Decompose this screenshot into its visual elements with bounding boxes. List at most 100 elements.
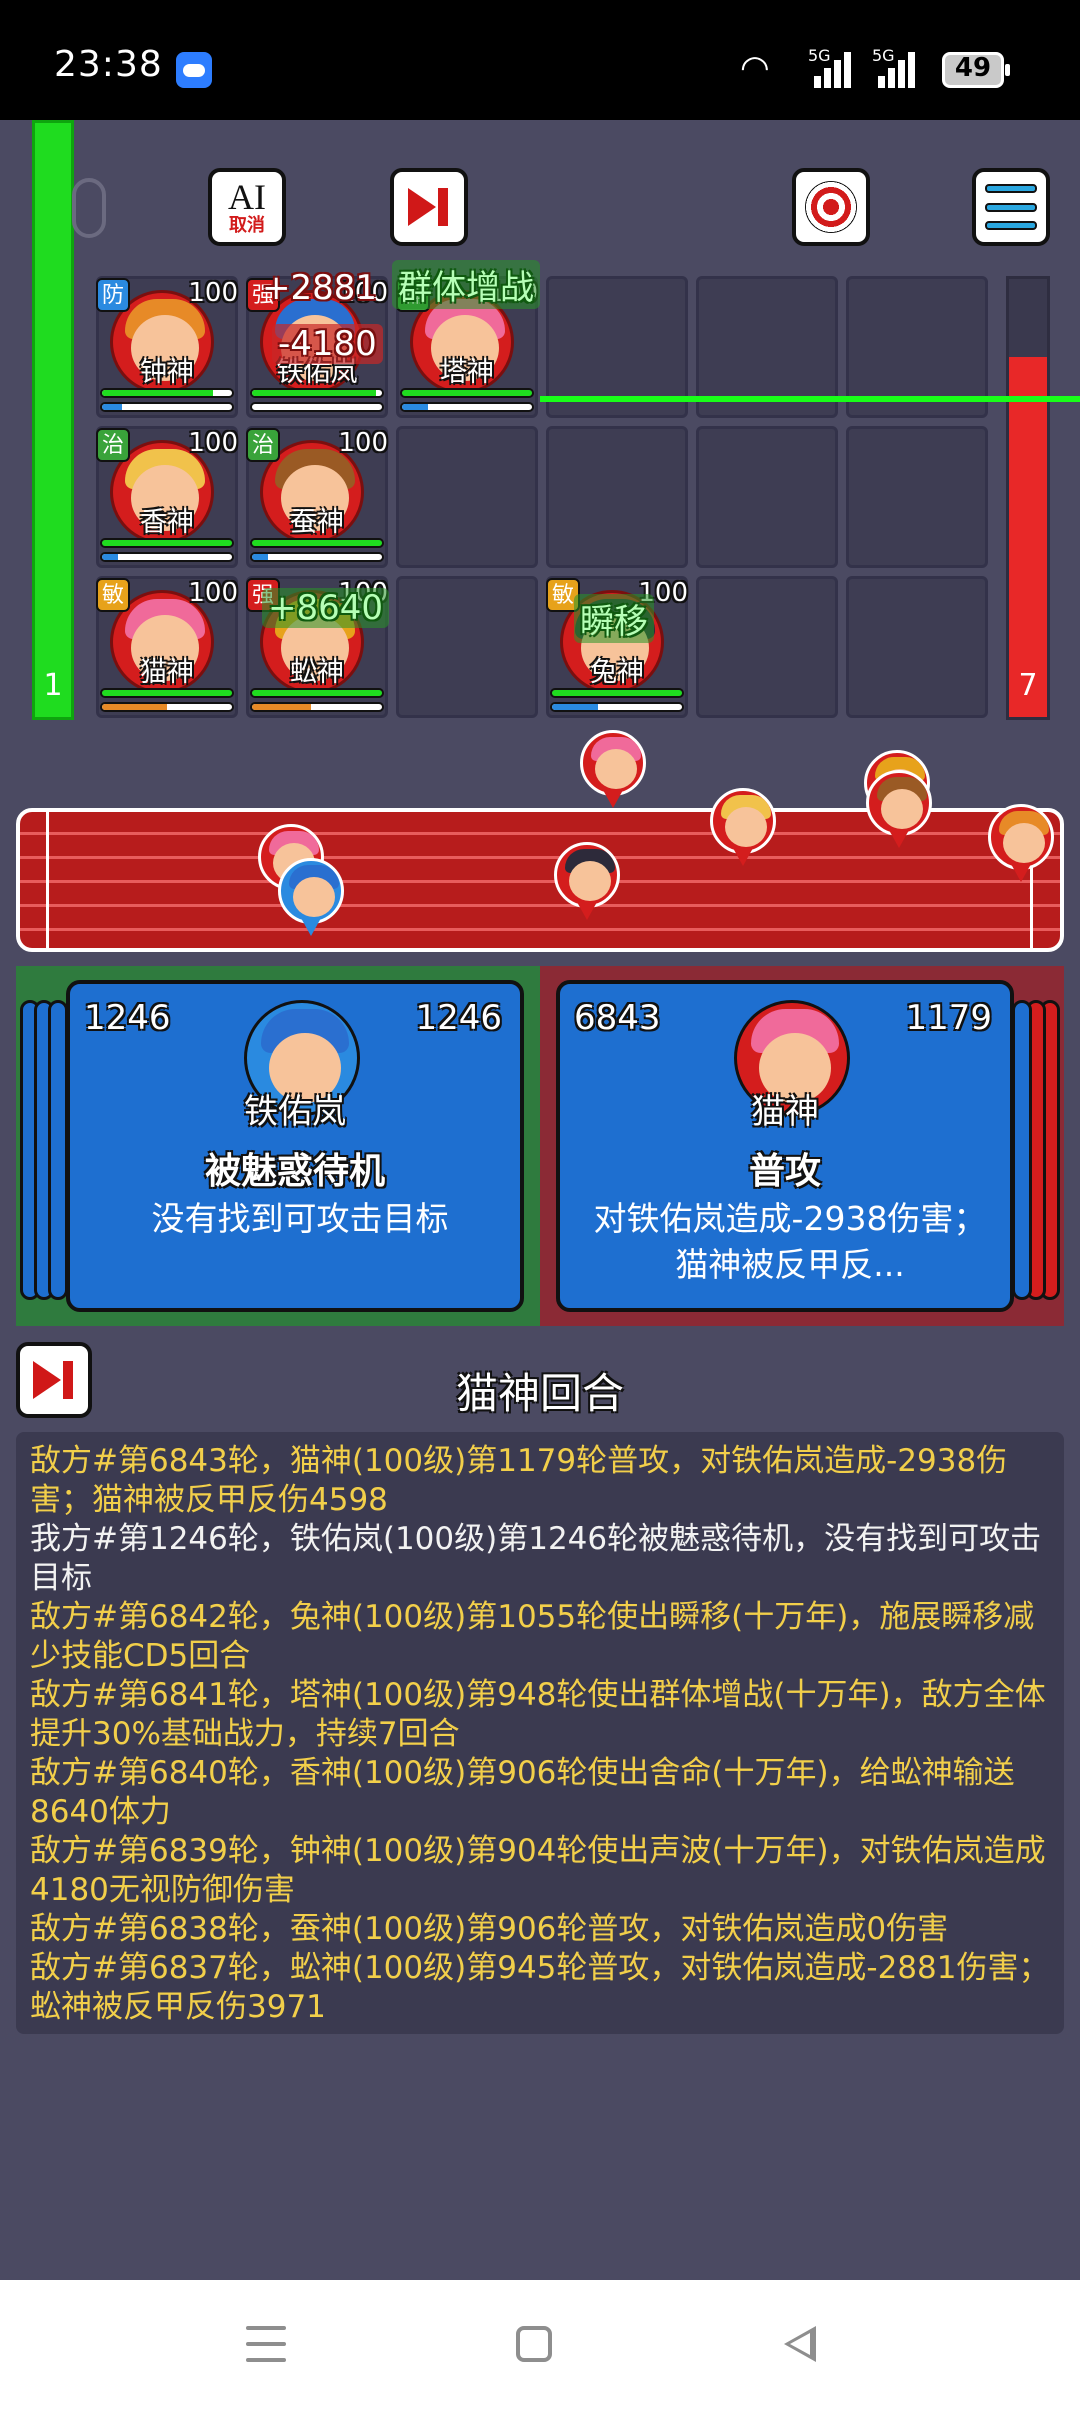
target-icon <box>805 181 857 233</box>
character-name: 塔神 <box>440 357 494 388</box>
turn-marker <box>554 842 620 922</box>
character-unit[interactable]: 敏 100 猫神 <box>96 576 238 718</box>
card-description: 对铁佑岚造成-2938伤害；猫神被反甲反... <box>593 1199 987 1284</box>
hp-bar <box>250 538 384 548</box>
character-unit[interactable]: 治 100 香神 <box>96 426 238 568</box>
character-name: 蚣神 <box>290 657 344 688</box>
card-round: 6843 <box>574 998 661 1038</box>
character-name: 香神 <box>140 507 194 538</box>
cancel-label: 取消 <box>229 215 265 236</box>
grid-slot[interactable] <box>546 426 688 568</box>
log-entry: 敌方#第6842轮，兔神(100级)第1055轮使出瞬移(十万年)，施展瞬移减少… <box>30 1599 1035 1674</box>
hp-bar <box>100 688 234 698</box>
log-entry: 敌方#第6837轮，蚣神(100级)第945轮普攻，对铁佑岚造成-2881伤害；… <box>30 1950 1050 2025</box>
system-nav-bar <box>0 2280 1080 2412</box>
skip-button[interactable] <box>390 168 468 246</box>
log-entry: 敌方#第6841轮，塔神(100级)第948轮使出群体增战(十万年)，敌方全体提… <box>30 1677 1046 1752</box>
battle-log[interactable]: 敌方#第6843轮，猫神(100级)第1179轮普攻，对铁佑岚造成-2938伤害… <box>16 1432 1064 2034</box>
energy-bar <box>250 402 384 412</box>
menu-button[interactable] <box>972 168 1050 246</box>
log-entry: 敌方#第6838轮，蚕神(100级)第906轮普攻，对铁佑岚造成0伤害 <box>30 1911 949 1947</box>
character-level: 100 <box>188 278 238 308</box>
character-level: 100 <box>338 428 388 458</box>
energy-bar <box>100 552 234 562</box>
swap-icon[interactable] <box>72 178 106 238</box>
home-button[interactable] <box>516 2326 552 2362</box>
character-unit[interactable]: 治 100 蚕神 <box>246 426 388 568</box>
grid-slot[interactable] <box>396 426 538 568</box>
energy-bar <box>250 552 384 562</box>
right-team-count: 7 <box>1018 668 1038 703</box>
hp-bar <box>100 538 234 548</box>
damage-float: +2881 <box>262 268 378 308</box>
ai-label: AI <box>228 177 266 217</box>
grid-slot[interactable] <box>696 576 838 718</box>
turn-marker <box>278 858 344 938</box>
card-character-name: 铁佑岚 <box>244 1092 346 1132</box>
energy-bar <box>400 402 534 412</box>
grid-slot[interactable] <box>396 576 538 718</box>
battery-icon: 49 <box>942 52 1010 88</box>
energy-bar <box>550 702 684 712</box>
round-title: 猫神回合 <box>455 1369 624 1418</box>
character-unit[interactable]: 防 100 钟神 <box>96 276 238 418</box>
card-character-name: 猫神 <box>751 1092 819 1132</box>
skip-icon <box>404 184 454 230</box>
hp-bar <box>100 388 234 398</box>
right-team-hp-bar: 7 <box>1006 276 1050 720</box>
status-bar: 23:38 ◠ 5G 5G 49 <box>0 0 1080 120</box>
clock: 23:38 <box>54 44 163 85</box>
ai-cancel-button[interactable]: AI 取消 <box>208 168 286 246</box>
grid-slot[interactable] <box>846 426 988 568</box>
weather-icon <box>176 52 212 88</box>
buff-float: 群体增战 <box>392 260 540 309</box>
back-button[interactable] <box>784 2326 816 2362</box>
energy-bar <box>100 402 234 412</box>
menu-icon <box>985 184 1037 230</box>
energy-bar <box>100 702 234 712</box>
grid-slot[interactable] <box>846 576 988 718</box>
target-button[interactable] <box>792 168 870 246</box>
log-entry: 我方#第1246轮，铁佑岚(100级)第1246轮被魅惑待机，没有找到可攻击目标 <box>30 1521 1042 1596</box>
card-action: 被魅惑待机 <box>204 1151 385 1192</box>
hp-bar <box>400 388 534 398</box>
card-speed: 1246 <box>415 998 502 1038</box>
left-team-count: 1 <box>43 668 63 703</box>
battle-screen: 1 7 AI 取消 防 100 钟神 强 100 铁佑岚 塔神 治 100 香神… <box>0 120 1080 2280</box>
hp-bar <box>250 688 384 698</box>
turn-marker <box>866 770 932 850</box>
left-team-hp-bar: 1 <box>32 120 74 720</box>
skill-float: 瞬移 <box>574 594 654 643</box>
character-name: 猫神 <box>140 657 194 688</box>
wifi-icon: ◠ <box>740 48 770 88</box>
role-badge: 防 <box>96 278 130 312</box>
role-badge: 治 <box>246 428 280 462</box>
character-name: 兔神 <box>590 657 644 688</box>
turn-marker <box>580 730 646 810</box>
heal-float: +8640 <box>262 588 390 628</box>
card-action: 普攻 <box>748 1151 821 1192</box>
character-level: 100 <box>188 428 238 458</box>
signal-icon-1 <box>812 52 852 88</box>
character-level: 100 <box>188 578 238 608</box>
log-entry: 敌方#第6840轮，香神(100级)第906轮使出舍命(十万年)，给蚣神输送86… <box>30 1755 1015 1830</box>
energy-bar <box>250 702 384 712</box>
card-description: 没有找到可攻击目标 <box>151 1199 449 1238</box>
signal-icon-2 <box>876 52 916 88</box>
role-badge: 治 <box>96 428 130 462</box>
log-entry: 敌方#第6843轮，猫神(100级)第1179轮普攻，对铁佑岚造成-2938伤害… <box>30 1443 1008 1518</box>
ally-action-card[interactable]: 1246 1246 铁佑岚 被魅惑待机 没有找到可攻击目标 <box>66 980 524 1312</box>
recent-apps-button[interactable] <box>246 2326 286 2362</box>
target-line <box>540 396 1080 402</box>
character-name: 蚕神 <box>290 507 344 538</box>
grid-slot[interactable] <box>696 426 838 568</box>
hp-bar <box>550 688 684 698</box>
damage-float: -4180 <box>272 324 383 364</box>
enemy-action-card[interactable]: 6843 1179 猫神 普攻 对铁佑岚造成-2938伤害；猫神被反甲反... <box>556 980 1014 1312</box>
battery-level: 49 <box>954 53 992 83</box>
turn-marker <box>988 804 1054 884</box>
turn-marker <box>710 788 776 868</box>
character-name: 钟神 <box>140 357 194 388</box>
hp-bar <box>250 388 384 398</box>
card-speed: 1179 <box>905 998 992 1038</box>
